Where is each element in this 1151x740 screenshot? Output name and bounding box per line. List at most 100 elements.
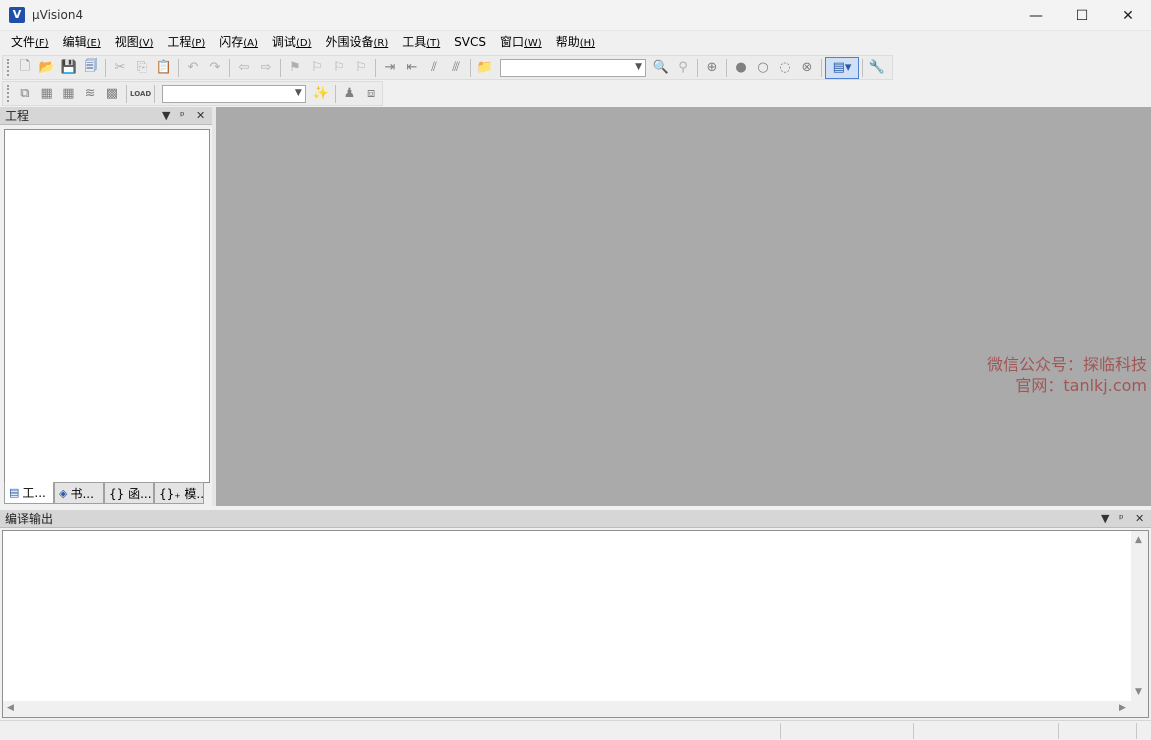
editor-workspace[interactable]: 微信公众号：探临科技 官网：tanlkj.com [216, 107, 1151, 506]
find-in-files-icon[interactable]: 📁 [474, 57, 496, 79]
chevron-down-icon[interactable]: ▼ [162, 107, 170, 125]
batch-build-icon[interactable]: ≋ [79, 83, 101, 105]
rebuild-icon[interactable]: ▦ [57, 83, 79, 105]
vertical-scrollbar[interactable]: ▲ ▼ [1131, 531, 1148, 703]
horizontal-scrollbar[interactable]: ◀ ▶ [3, 701, 1148, 717]
title-bar: V µVision4 — ☐ ✕ [0, 0, 1151, 31]
app-icon: V [9, 7, 25, 23]
maximize-button[interactable]: ☐ [1059, 0, 1105, 31]
prev-bookmark-icon[interactable]: ⚐ [306, 57, 328, 79]
disable-breakpoints-icon[interactable]: ◌ [774, 57, 796, 79]
output-pane-title: 编译输出 [5, 512, 54, 526]
chevron-down-icon: ▼ [294, 87, 302, 98]
window-layout-icon[interactable]: ▤▾ [825, 56, 859, 79]
chevron-down-icon[interactable]: ▼ [1101, 510, 1109, 528]
target-combo[interactable]: ▼ [162, 84, 306, 103]
scroll-down-icon[interactable]: ▼ [1135, 687, 1142, 697]
tab-functions[interactable]: {} 函... [104, 482, 154, 504]
redo-icon[interactable]: ↷ [204, 57, 226, 79]
pin-icon[interactable]: ᵖ [180, 107, 185, 125]
navigate-back-icon[interactable]: ⇦ [233, 57, 255, 79]
uncomment-icon[interactable]: ⫻ [445, 57, 467, 79]
bookmark-icon[interactable]: ⚑ [284, 57, 306, 79]
translate-icon[interactable]: ⧉ [14, 83, 36, 105]
paste-icon[interactable]: 📋 [153, 57, 175, 79]
toolbar-grip[interactable] [7, 85, 11, 102]
menu-peripherals[interactable]: 外围设备(R) [318, 31, 395, 54]
comment-icon[interactable]: ⫽ [423, 57, 445, 79]
manage-books-icon[interactable]: ⧈ [360, 83, 382, 105]
undo-icon[interactable]: ↶ [182, 57, 204, 79]
copy-icon[interactable]: ⎘ [131, 57, 153, 79]
menu-project[interactable]: 工程(P) [160, 31, 212, 54]
separator [862, 58, 863, 77]
project-pane-title: 工程 [5, 109, 30, 123]
project-tree[interactable] [4, 129, 210, 483]
scroll-up-icon[interactable]: ▲ [1135, 535, 1142, 545]
close-icon[interactable]: ✕ [196, 107, 205, 125]
separator [280, 58, 281, 77]
insert-breakpoint-icon[interactable]: ● [730, 57, 752, 79]
scroll-left-icon[interactable]: ◀ [7, 703, 14, 713]
indent-icon[interactable]: ⇥ [379, 57, 401, 79]
scroll-right-icon[interactable]: ▶ [1119, 703, 1126, 713]
close-button[interactable]: ✕ [1105, 0, 1151, 31]
tab-project[interactable]: ▤ 工... [4, 482, 54, 504]
tab-books[interactable]: ◈ 书... [54, 482, 104, 504]
menu-file[interactable]: 文件(F) [4, 31, 56, 54]
toolbar-grip[interactable] [7, 59, 11, 76]
cut-icon[interactable]: ✂ [109, 57, 131, 79]
menu-window[interactable]: 窗口(W) [493, 31, 549, 54]
enable-breakpoint-icon[interactable]: ○ [752, 57, 774, 79]
menu-flash[interactable]: 闪存(A) [212, 31, 265, 54]
target-options-icon[interactable]: ✨ [310, 83, 332, 105]
menu-view[interactable]: 视图(V) [108, 31, 161, 54]
status-cell [1058, 723, 1059, 739]
menu-tools[interactable]: 工具(T) [395, 31, 447, 54]
clear-bookmarks-icon[interactable]: ⚐ [350, 57, 372, 79]
open-file-icon[interactable]: 📂 [36, 57, 58, 79]
unindent-icon[interactable]: ⇤ [401, 57, 423, 79]
debug-session-icon[interactable]: ⊕ [701, 57, 723, 79]
separator [178, 58, 179, 77]
status-cell [913, 723, 914, 739]
separator [105, 58, 106, 77]
chevron-down-icon: ▼ [635, 61, 642, 72]
navigate-forward-icon[interactable]: ⇨ [255, 57, 277, 79]
menu-bar: 文件(F) 编辑(E) 视图(V) 工程(P) 闪存(A) 调试(D) 外围设备… [0, 31, 1151, 54]
separator [125, 84, 127, 103]
status-cell [780, 723, 781, 739]
menu-help[interactable]: 帮助(H) [549, 31, 602, 54]
separator [334, 84, 336, 103]
resize-grip-icon[interactable] [1136, 723, 1137, 739]
kill-breakpoints-icon[interactable]: ⊗ [796, 57, 818, 79]
incremental-find-icon[interactable]: ⚲ [672, 57, 694, 79]
menu-edit[interactable]: 编辑(E) [56, 31, 108, 54]
find-icon[interactable]: 🔍 [650, 57, 672, 79]
project-icon: ▤ [9, 486, 20, 499]
pin-icon[interactable]: ᵖ [1119, 510, 1124, 528]
menu-svcs[interactable]: SVCS [447, 31, 493, 54]
build-toolbar: ⧉ ▦ ▦ ≋ ▩ LOAD ▼ ✨ ♟ ⧈ [2, 81, 383, 106]
project-pane-header: 工程 ▼ ᵖ ✕ [0, 107, 212, 125]
new-file-icon[interactable]: 🗋 [14, 57, 36, 79]
minimize-button[interactable]: — [1013, 0, 1059, 31]
next-bookmark-icon[interactable]: ⚐ [328, 57, 350, 79]
close-icon[interactable]: ✕ [1135, 510, 1144, 528]
status-bar [0, 720, 1151, 740]
find-combo[interactable]: ▼ [500, 58, 646, 77]
file-toolbar: 🗋 📂 💾 🗐 ✂ ⎘ 📋 ↶ ↷ ⇦ ⇨ ⚑ ⚐ ⚐ ⚐ ⇥ ⇤ ⫽ ⫻ 📁 … [2, 55, 893, 80]
stop-build-icon[interactable]: ▩ [101, 83, 123, 105]
menu-debug[interactable]: 调试(D) [265, 31, 319, 54]
manage-components-icon[interactable]: ♟ [339, 83, 361, 105]
build-icon[interactable]: ▦ [36, 83, 58, 105]
build-output[interactable]: ▲ ▼ ◀ ▶ [2, 530, 1149, 718]
load-icon[interactable]: LOAD [130, 83, 152, 105]
configure-icon[interactable]: 🔧 [866, 57, 888, 79]
separator [229, 58, 230, 77]
separator [375, 58, 376, 77]
tab-templates[interactable]: {}₊ 模... [154, 482, 204, 504]
separator [154, 84, 156, 103]
save-all-icon[interactable]: 🗐 [80, 57, 102, 79]
save-icon[interactable]: 💾 [58, 57, 80, 79]
